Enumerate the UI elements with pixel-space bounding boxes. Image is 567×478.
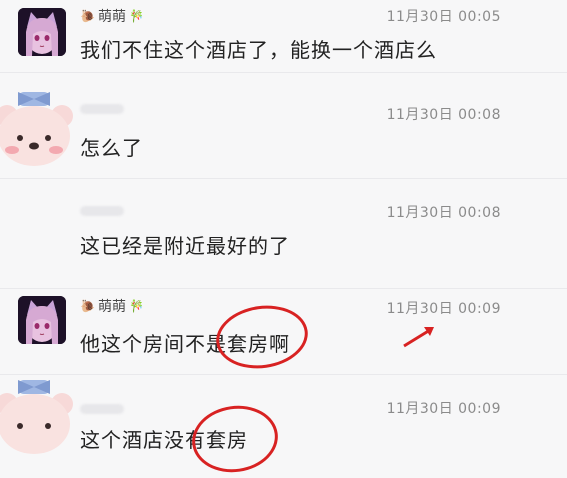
sender-name: 🐌 萌萌 🎋 bbox=[80, 9, 144, 25]
sender-name-blurred bbox=[80, 104, 124, 114]
timestamp: 11月30日 00:08 bbox=[386, 205, 501, 221]
timestamp: 11月30日 00:09 bbox=[386, 401, 501, 417]
snail-icon: 🐌 bbox=[80, 299, 95, 313]
avatar[interactable] bbox=[0, 84, 82, 174]
message-row: 🐌 萌萌 🎋 11月30日 00:05 我们不住这个酒店了，能换一个酒店么 bbox=[0, 0, 567, 73]
bamboo-icon: 🎋 bbox=[128, 9, 144, 23]
sender-name-blurred bbox=[80, 404, 124, 414]
chat-history: 🐌 萌萌 🎋 11月30日 00:05 我们不住这个酒店了，能换一个酒店么 11 bbox=[0, 0, 567, 478]
annotation-circle bbox=[212, 299, 312, 375]
timestamp: 11月30日 00:09 bbox=[386, 301, 501, 317]
snail-icon: 🐌 bbox=[80, 9, 95, 23]
avatar[interactable] bbox=[0, 372, 82, 462]
sender-name: 🐌 萌萌 🎋 bbox=[80, 299, 144, 315]
timestamp: 11月30日 00:08 bbox=[386, 107, 501, 123]
annotation-circle bbox=[187, 400, 283, 478]
message-row: 11月30日 00:09 这个酒店没有套房 bbox=[0, 372, 567, 478]
arrow-annotation-icon bbox=[403, 327, 434, 348]
avatar[interactable] bbox=[18, 8, 66, 56]
message-row: 🐌 萌萌 🎋 11月30日 00:09 他这个房间不是套房啊 bbox=[0, 288, 567, 375]
bamboo-icon: 🎋 bbox=[128, 299, 144, 313]
avatar[interactable] bbox=[18, 296, 66, 344]
message-row: 11月30日 00:08 这已经是附近最好的了 bbox=[0, 178, 567, 289]
message-text[interactable]: 我们不住这个酒店了，能换一个酒店么 bbox=[80, 34, 437, 63]
timestamp: 11月30日 00:05 bbox=[386, 9, 501, 25]
sender-name-blurred bbox=[80, 206, 124, 216]
message-text[interactable]: 怎么了 bbox=[80, 132, 143, 161]
message-text[interactable]: 这已经是附近最好的了 bbox=[80, 230, 290, 259]
message-row: 11月30日 00:08 怎么了 bbox=[0, 72, 567, 179]
